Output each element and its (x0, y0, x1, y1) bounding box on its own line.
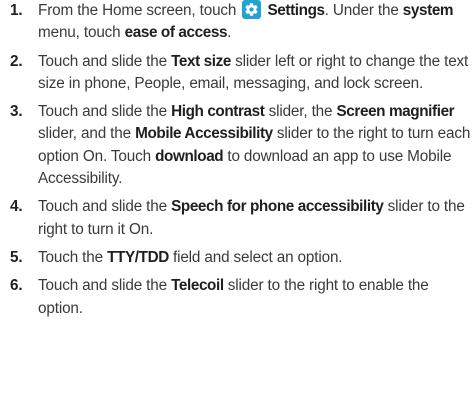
step-text: Touch and slide the Speech for phone acc… (38, 196, 473, 241)
step-text-run: Touch and slide the (38, 277, 172, 295)
instruction-step-5: 5. Touch the TTY/TDD field and select an… (0, 247, 473, 269)
step-number: 2. (10, 52, 23, 70)
step-text-run: field and select an option. (168, 248, 343, 266)
step-text: Touch and slide the Text size slider lef… (38, 51, 473, 96)
step-text-run: Touch and slide the (38, 52, 172, 70)
step-number: 6. (10, 277, 23, 295)
step-text-run: . Under the (324, 2, 403, 19)
step-text-run: menu, touch (38, 24, 125, 42)
bold-term: Text size (171, 52, 231, 70)
step-text-run: Touch and slide the (38, 198, 172, 216)
step-text: From the Home screen, touch Settings. Un… (38, 0, 473, 45)
instruction-step-2: 2. Touch and slide the Text size slider … (0, 51, 473, 96)
step-text-run: Touch and slide the (38, 103, 172, 121)
instruction-steps: 1. From the Home screen, touch Settings.… (0, 0, 473, 326)
step-text: Touch the TTY/TDD field and select an op… (38, 247, 473, 269)
bold-term: Telecoil (171, 277, 224, 295)
step-text-run: slider, and the (38, 125, 136, 143)
bold-term: High contrast (171, 103, 265, 121)
bold-term: Mobile Accessibility (135, 125, 273, 143)
instruction-step-3: 3. Touch and slide the High contrast sli… (0, 101, 473, 190)
step-text-run: From the Home screen, touch (38, 2, 241, 19)
step-number: 1. (10, 2, 23, 19)
settings-gear-icon (242, 0, 262, 19)
step-number: 3. (10, 103, 23, 121)
bold-term: Speech for phone accessibility (171, 198, 384, 216)
step-number: 4. (10, 198, 23, 216)
step-text-run: slider, the (264, 103, 337, 121)
step-number: 5. (10, 248, 23, 266)
bold-term: Settings (267, 2, 326, 19)
bold-term: download (155, 147, 224, 165)
step-text: Touch and slide the High contrast slider… (38, 101, 473, 190)
step-text-run: Touch the (38, 248, 108, 266)
bold-term: ease of access (124, 24, 228, 42)
bold-term: TTY/TDD (107, 248, 169, 266)
bold-term: Screen magnifier (336, 103, 455, 121)
bold-term: system (402, 2, 454, 19)
step-text: Touch and slide the Telecoil slider to t… (38, 275, 473, 320)
instruction-step-4: 4. Touch and slide the Speech for phone … (0, 196, 473, 241)
instruction-step-6: 6. Touch and slide the Telecoil slider t… (0, 275, 473, 320)
instruction-step-1: 1. From the Home screen, touch Settings.… (0, 0, 473, 45)
step-text-run: . (227, 24, 232, 42)
